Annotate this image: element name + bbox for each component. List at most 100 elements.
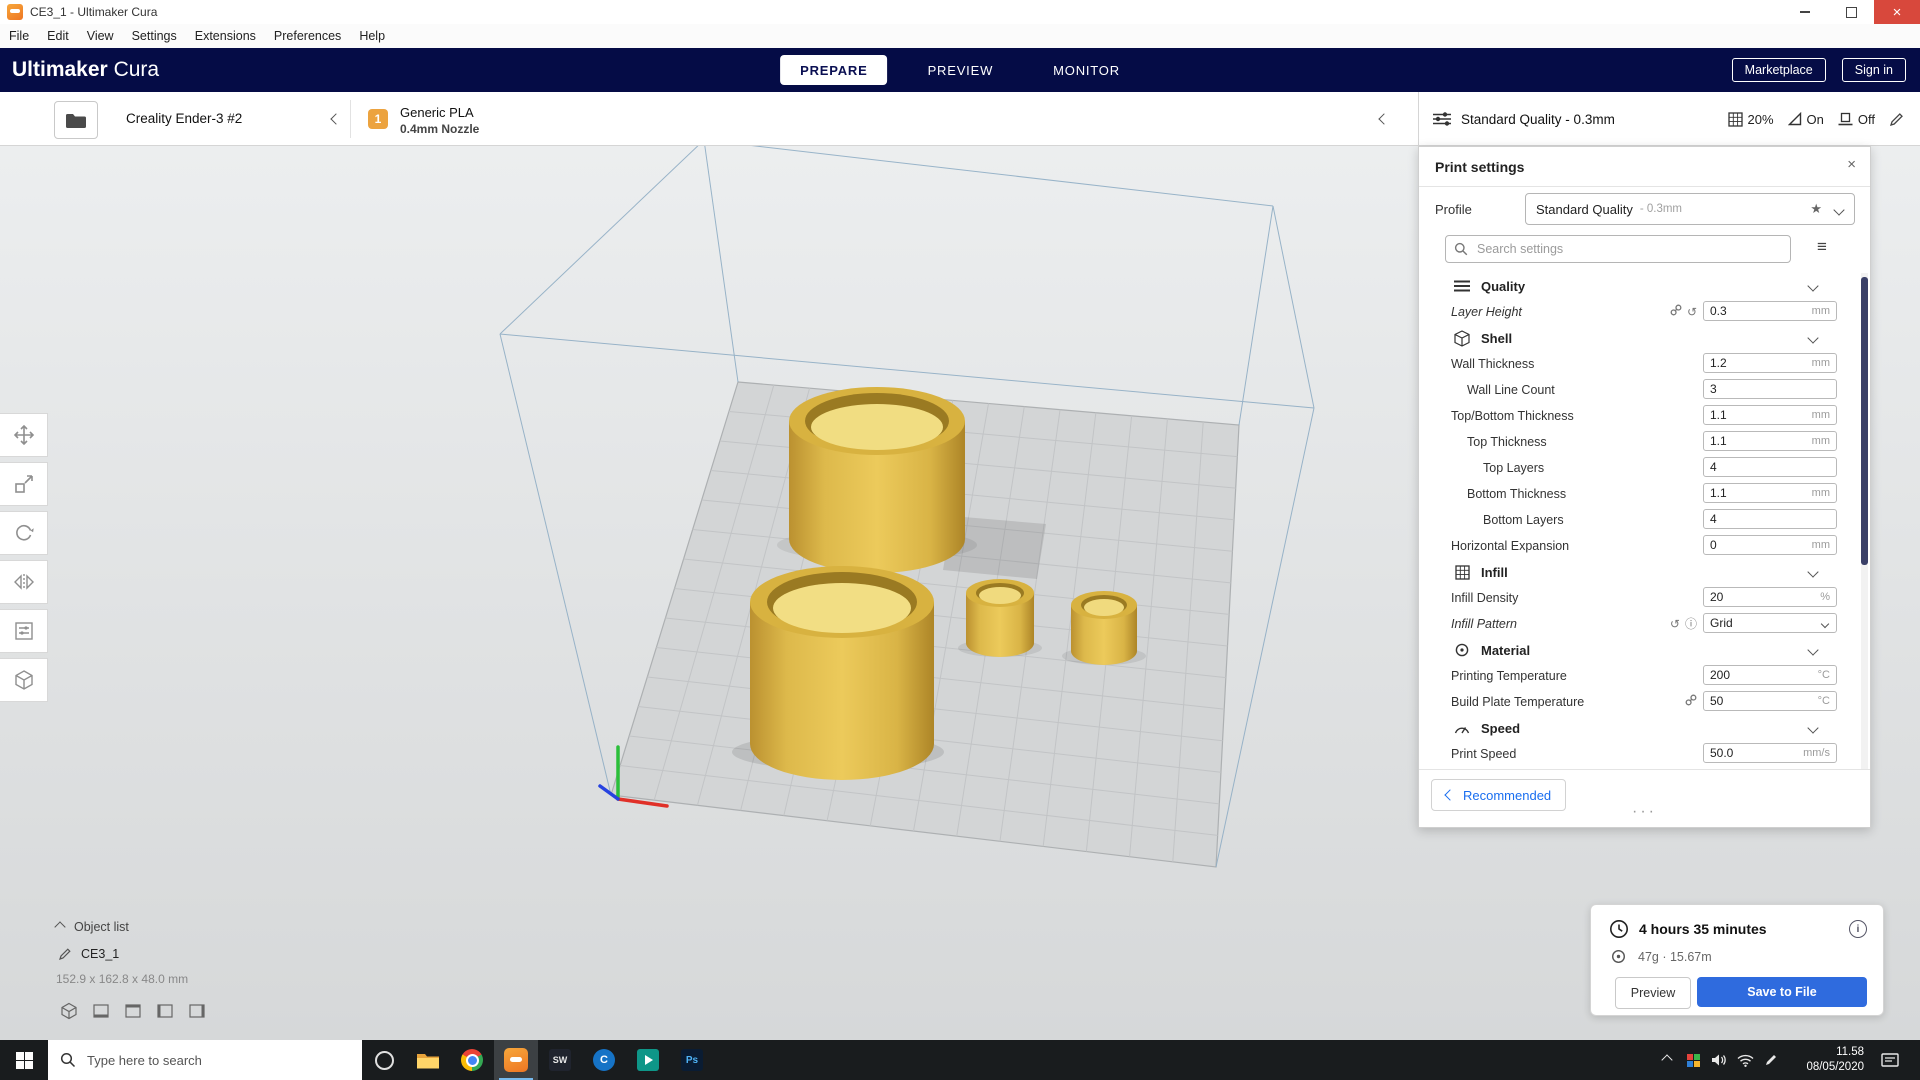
sign-in-button[interactable]: Sign in (1842, 58, 1906, 82)
scrollbar-thumb[interactable] (1861, 277, 1868, 565)
settings-section-quality[interactable]: Quality (1419, 273, 1859, 299)
view-3d-button[interactable] (58, 1000, 80, 1022)
taskbar-app-teal[interactable] (626, 1040, 670, 1080)
object-list-toggle[interactable]: Object list (56, 920, 129, 934)
view-top-button[interactable] (122, 1000, 144, 1022)
setting-value-field[interactable]: 50.0mm/s (1703, 743, 1837, 763)
cura-app-icon (504, 1048, 528, 1072)
model-cylinder-front[interactable] (750, 566, 934, 780)
reset-icon[interactable]: ↺ (1670, 615, 1680, 633)
support-blocker-button[interactable] (0, 658, 48, 702)
setting-row: Top Layers4 (1419, 455, 1859, 481)
menu-extensions[interactable]: Extensions (186, 24, 265, 48)
model-cylinder-back[interactable] (789, 387, 965, 573)
setting-value-field[interactable]: 200°C (1703, 665, 1837, 685)
view-front-button[interactable] (90, 1000, 112, 1022)
model-cylinder-small-right[interactable] (1071, 591, 1137, 665)
per-model-settings-button[interactable] (0, 609, 48, 653)
setting-value-field[interactable]: 1.1mm (1703, 431, 1837, 451)
taskbar-chrome[interactable] (450, 1040, 494, 1080)
taskbar-search[interactable] (48, 1040, 362, 1080)
tray-expand-button[interactable] (1654, 1056, 1680, 1064)
taskbar-solidworks[interactable]: SW (538, 1040, 582, 1080)
taskbar-clock[interactable]: 11.58 08/05/2020 (1784, 1045, 1868, 1075)
start-button[interactable] (0, 1040, 48, 1080)
section-label: Infill (1481, 565, 1508, 580)
info-icon[interactable]: ⓘ (1685, 615, 1697, 633)
tab-prepare[interactable]: PREPARE (780, 55, 887, 85)
close-icon[interactable]: × (1847, 156, 1856, 173)
maximize-button[interactable] (1828, 0, 1874, 24)
action-center-button[interactable] (1868, 1052, 1912, 1068)
settings-menu-icon[interactable]: ≡ (1817, 237, 1827, 257)
tab-preview[interactable]: PREVIEW (908, 55, 1014, 85)
settings-section-material[interactable]: Material (1419, 637, 1859, 663)
menu-view[interactable]: View (78, 24, 123, 48)
scale-tool-button[interactable] (0, 462, 48, 506)
tab-monitor[interactable]: MONITOR (1033, 55, 1140, 85)
reset-icon[interactable]: ↺ (1687, 303, 1697, 321)
setting-value-field[interactable]: 1.1mm (1703, 405, 1837, 425)
rotate-tool-button[interactable] (0, 511, 48, 555)
taskbar-cura-active[interactable] (494, 1040, 538, 1080)
setting-value-field[interactable]: 3 (1703, 379, 1837, 399)
marketplace-button[interactable]: Marketplace (1732, 58, 1826, 82)
move-tool-button[interactable] (0, 413, 48, 457)
preview-button[interactable]: Preview (1615, 977, 1691, 1009)
setting-value-field[interactable]: Grid (1703, 613, 1837, 633)
taskbar-file-explorer[interactable] (406, 1040, 450, 1080)
taskbar-photoshop[interactable]: Ps (670, 1040, 714, 1080)
view-right-button[interactable] (186, 1000, 208, 1022)
object-list-label: Object list (74, 920, 129, 934)
printer-selector[interactable]: Creality Ender-3 #2 (104, 92, 350, 146)
settings-section-speed[interactable]: Speed (1419, 715, 1859, 741)
info-icon[interactable]: i (1849, 920, 1867, 938)
pen-icon[interactable] (1758, 1053, 1784, 1067)
star-icon[interactable]: ★ (1810, 201, 1822, 217)
link-icon[interactable] (1670, 303, 1682, 321)
per-model-settings-icon (13, 620, 35, 642)
close-button[interactable]: × (1874, 0, 1920, 24)
settings-section-shell[interactable]: Shell (1419, 325, 1859, 351)
taskbar-search-input[interactable] (85, 1052, 329, 1069)
setting-unit: mm/s (1803, 747, 1830, 759)
object-list-item[interactable]: CE3_1 (58, 947, 119, 961)
tray-app-icon[interactable] (1680, 1054, 1706, 1067)
menu-edit[interactable]: Edit (38, 24, 78, 48)
panel-drag-handle[interactable]: ··· (1632, 803, 1657, 821)
setting-value-field[interactable]: 4 (1703, 457, 1837, 477)
minimize-button[interactable] (1782, 0, 1828, 24)
save-to-file-button[interactable]: Save to File (1697, 977, 1867, 1007)
setting-value: 1.1 (1710, 486, 1727, 500)
menu-preferences[interactable]: Preferences (265, 24, 350, 48)
profile-dropdown[interactable]: Standard Quality - 0.3mm ★ (1525, 193, 1855, 225)
menu-file[interactable]: File (0, 24, 38, 48)
setting-label: Wall Thickness (1451, 357, 1534, 371)
settings-search[interactable] (1445, 235, 1791, 263)
setting-value-field[interactable]: 50°C (1703, 691, 1837, 711)
model-cylinder-small-left[interactable] (966, 579, 1034, 657)
settings-search-input[interactable] (1475, 241, 1759, 257)
setting-value-field[interactable]: 4 (1703, 509, 1837, 529)
view-left-button[interactable] (154, 1000, 176, 1022)
recommended-mode-button[interactable]: Recommended (1431, 779, 1566, 811)
menu-settings[interactable]: Settings (123, 24, 186, 48)
open-file-button[interactable] (54, 101, 98, 139)
setting-value-field[interactable]: 0mm (1703, 535, 1837, 555)
taskbar-app-c[interactable]: C (582, 1040, 626, 1080)
print-settings-summary[interactable]: Standard Quality - 0.3mm 20% On Off (1418, 92, 1920, 146)
windows-taskbar: SW C Ps 11.58 08/05/2020 (0, 1040, 1920, 1080)
cortana-button[interactable] (362, 1040, 406, 1080)
setting-value-field[interactable]: 20% (1703, 587, 1837, 607)
volume-icon[interactable] (1706, 1053, 1732, 1067)
pencil-icon[interactable] (1889, 112, 1904, 127)
network-icon[interactable] (1732, 1054, 1758, 1067)
mirror-tool-button[interactable] (0, 560, 48, 604)
settings-section-infill[interactable]: Infill (1419, 559, 1859, 585)
material-selector[interactable]: 1 Generic PLA 0.4mm Nozzle (352, 92, 1398, 146)
link-icon[interactable] (1685, 693, 1697, 711)
setting-value-field[interactable]: 0.3mm (1703, 301, 1837, 321)
setting-value-field[interactable]: 1.2mm (1703, 353, 1837, 373)
setting-value-field[interactable]: 1.1mm (1703, 483, 1837, 503)
menu-help[interactable]: Help (350, 24, 394, 48)
